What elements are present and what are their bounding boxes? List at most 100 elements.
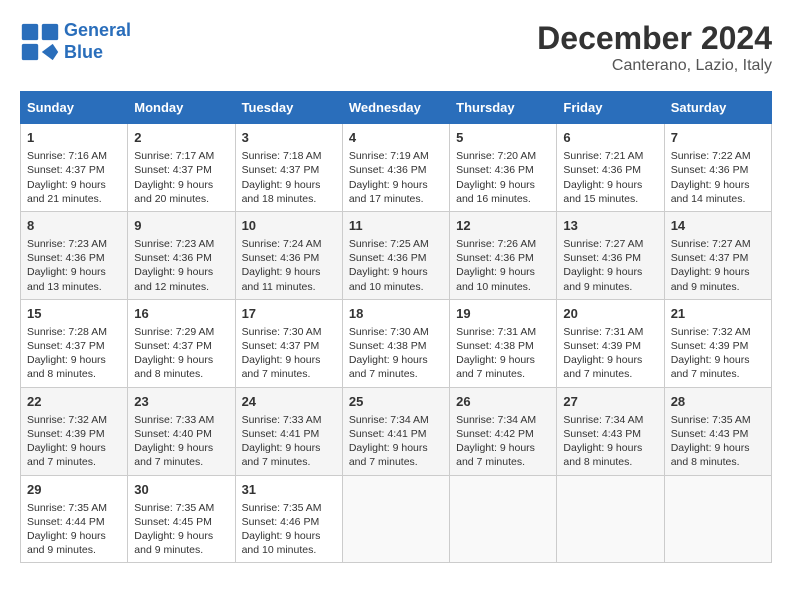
week-row-3: 15 Sunrise: 7:28 AM Sunset: 4:37 PM Dayl… — [21, 299, 772, 387]
calendar-cell: 14 Sunrise: 7:27 AM Sunset: 4:37 PM Dayl… — [664, 211, 771, 299]
day-number: 26 — [456, 393, 550, 411]
logo-line1: General — [64, 20, 131, 40]
calendar-cell: 9 Sunrise: 7:23 AM Sunset: 4:36 PM Dayli… — [128, 211, 235, 299]
day-info: Sunrise: 7:24 AM Sunset: 4:36 PM Dayligh… — [242, 237, 336, 294]
day-info: Sunrise: 7:20 AM Sunset: 4:36 PM Dayligh… — [456, 149, 550, 206]
day-info: Sunrise: 7:16 AM Sunset: 4:37 PM Dayligh… — [27, 149, 121, 206]
day-number: 28 — [671, 393, 765, 411]
day-info: Sunrise: 7:34 AM Sunset: 4:43 PM Dayligh… — [563, 413, 657, 470]
calendar-cell: 20 Sunrise: 7:31 AM Sunset: 4:39 PM Dayl… — [557, 299, 664, 387]
calendar-cell: 11 Sunrise: 7:25 AM Sunset: 4:36 PM Dayl… — [342, 211, 449, 299]
col-monday: Monday — [128, 92, 235, 124]
day-number: 19 — [456, 305, 550, 323]
calendar-cell: 31 Sunrise: 7:35 AM Sunset: 4:46 PM Dayl… — [235, 475, 342, 563]
day-number: 6 — [563, 129, 657, 147]
calendar-cell: 6 Sunrise: 7:21 AM Sunset: 4:36 PM Dayli… — [557, 124, 664, 212]
day-info: Sunrise: 7:27 AM Sunset: 4:37 PM Dayligh… — [671, 237, 765, 294]
logo-line2: Blue — [64, 42, 103, 62]
day-number: 13 — [563, 217, 657, 235]
day-info: Sunrise: 7:32 AM Sunset: 4:39 PM Dayligh… — [671, 325, 765, 382]
day-number: 23 — [134, 393, 228, 411]
calendar-cell: 4 Sunrise: 7:19 AM Sunset: 4:36 PM Dayli… — [342, 124, 449, 212]
col-wednesday: Wednesday — [342, 92, 449, 124]
day-info: Sunrise: 7:29 AM Sunset: 4:37 PM Dayligh… — [134, 325, 228, 382]
day-number: 4 — [349, 129, 443, 147]
day-info: Sunrise: 7:31 AM Sunset: 4:38 PM Dayligh… — [456, 325, 550, 382]
calendar-cell: 24 Sunrise: 7:33 AM Sunset: 4:41 PM Dayl… — [235, 387, 342, 475]
day-info: Sunrise: 7:23 AM Sunset: 4:36 PM Dayligh… — [27, 237, 121, 294]
day-info: Sunrise: 7:19 AM Sunset: 4:36 PM Dayligh… — [349, 149, 443, 206]
day-info: Sunrise: 7:33 AM Sunset: 4:40 PM Dayligh… — [134, 413, 228, 470]
day-number: 31 — [242, 481, 336, 499]
day-number: 3 — [242, 129, 336, 147]
day-info: Sunrise: 7:32 AM Sunset: 4:39 PM Dayligh… — [27, 413, 121, 470]
day-info: Sunrise: 7:34 AM Sunset: 4:41 PM Dayligh… — [349, 413, 443, 470]
calendar-cell: 17 Sunrise: 7:30 AM Sunset: 4:37 PM Dayl… — [235, 299, 342, 387]
day-info: Sunrise: 7:35 AM Sunset: 4:46 PM Dayligh… — [242, 501, 336, 558]
day-info: Sunrise: 7:35 AM Sunset: 4:43 PM Dayligh… — [671, 413, 765, 470]
calendar-cell: 19 Sunrise: 7:31 AM Sunset: 4:38 PM Dayl… — [450, 299, 557, 387]
week-row-1: 1 Sunrise: 7:16 AM Sunset: 4:37 PM Dayli… — [21, 124, 772, 212]
week-row-4: 22 Sunrise: 7:32 AM Sunset: 4:39 PM Dayl… — [21, 387, 772, 475]
day-info: Sunrise: 7:27 AM Sunset: 4:36 PM Dayligh… — [563, 237, 657, 294]
day-number: 18 — [349, 305, 443, 323]
day-number: 20 — [563, 305, 657, 323]
day-number: 24 — [242, 393, 336, 411]
day-number: 11 — [349, 217, 443, 235]
day-number: 14 — [671, 217, 765, 235]
calendar-cell: 15 Sunrise: 7:28 AM Sunset: 4:37 PM Dayl… — [21, 299, 128, 387]
calendar-cell: 5 Sunrise: 7:20 AM Sunset: 4:36 PM Dayli… — [450, 124, 557, 212]
day-number: 12 — [456, 217, 550, 235]
day-number: 16 — [134, 305, 228, 323]
calendar-cell: 28 Sunrise: 7:35 AM Sunset: 4:43 PM Dayl… — [664, 387, 771, 475]
day-info: Sunrise: 7:34 AM Sunset: 4:42 PM Dayligh… — [456, 413, 550, 470]
day-info: Sunrise: 7:30 AM Sunset: 4:38 PM Dayligh… — [349, 325, 443, 382]
calendar-cell — [342, 475, 449, 563]
col-sunday: Sunday — [21, 92, 128, 124]
calendar-cell: 18 Sunrise: 7:30 AM Sunset: 4:38 PM Dayl… — [342, 299, 449, 387]
calendar-header-row: Sunday Monday Tuesday Wednesday Thursday… — [21, 92, 772, 124]
day-info: Sunrise: 7:31 AM Sunset: 4:39 PM Dayligh… — [563, 325, 657, 382]
day-info: Sunrise: 7:28 AM Sunset: 4:37 PM Dayligh… — [27, 325, 121, 382]
col-thursday: Thursday — [450, 92, 557, 124]
week-row-2: 8 Sunrise: 7:23 AM Sunset: 4:36 PM Dayli… — [21, 211, 772, 299]
day-info: Sunrise: 7:26 AM Sunset: 4:36 PM Dayligh… — [456, 237, 550, 294]
day-number: 29 — [27, 481, 121, 499]
logo: General Blue — [20, 20, 131, 63]
day-info: Sunrise: 7:23 AM Sunset: 4:36 PM Dayligh… — [134, 237, 228, 294]
day-number: 2 — [134, 129, 228, 147]
calendar-cell: 8 Sunrise: 7:23 AM Sunset: 4:36 PM Dayli… — [21, 211, 128, 299]
day-number: 22 — [27, 393, 121, 411]
calendar-cell: 12 Sunrise: 7:26 AM Sunset: 4:36 PM Dayl… — [450, 211, 557, 299]
calendar-cell: 13 Sunrise: 7:27 AM Sunset: 4:36 PM Dayl… — [557, 211, 664, 299]
day-info: Sunrise: 7:35 AM Sunset: 4:45 PM Dayligh… — [134, 501, 228, 558]
week-row-5: 29 Sunrise: 7:35 AM Sunset: 4:44 PM Dayl… — [21, 475, 772, 563]
calendar-cell: 22 Sunrise: 7:32 AM Sunset: 4:39 PM Dayl… — [21, 387, 128, 475]
calendar-table: Sunday Monday Tuesday Wednesday Thursday… — [20, 91, 772, 563]
col-saturday: Saturday — [664, 92, 771, 124]
day-info: Sunrise: 7:33 AM Sunset: 4:41 PM Dayligh… — [242, 413, 336, 470]
calendar-cell — [664, 475, 771, 563]
calendar-cell: 26 Sunrise: 7:34 AM Sunset: 4:42 PM Dayl… — [450, 387, 557, 475]
day-number: 30 — [134, 481, 228, 499]
day-info: Sunrise: 7:30 AM Sunset: 4:37 PM Dayligh… — [242, 325, 336, 382]
calendar-cell — [450, 475, 557, 563]
day-number: 1 — [27, 129, 121, 147]
location: Canterano, Lazio, Italy — [537, 57, 772, 75]
day-number: 15 — [27, 305, 121, 323]
col-tuesday: Tuesday — [235, 92, 342, 124]
calendar-cell: 10 Sunrise: 7:24 AM Sunset: 4:36 PM Dayl… — [235, 211, 342, 299]
page-header: General Blue December 2024 Canterano, La… — [20, 20, 772, 75]
logo-text: General Blue — [64, 20, 131, 63]
day-number: 5 — [456, 129, 550, 147]
day-number: 10 — [242, 217, 336, 235]
day-info: Sunrise: 7:35 AM Sunset: 4:44 PM Dayligh… — [27, 501, 121, 558]
calendar-cell: 7 Sunrise: 7:22 AM Sunset: 4:36 PM Dayli… — [664, 124, 771, 212]
day-number: 17 — [242, 305, 336, 323]
col-friday: Friday — [557, 92, 664, 124]
title-block: December 2024 Canterano, Lazio, Italy — [537, 20, 772, 75]
calendar-cell: 29 Sunrise: 7:35 AM Sunset: 4:44 PM Dayl… — [21, 475, 128, 563]
calendar-cell: 30 Sunrise: 7:35 AM Sunset: 4:45 PM Dayl… — [128, 475, 235, 563]
day-info: Sunrise: 7:25 AM Sunset: 4:36 PM Dayligh… — [349, 237, 443, 294]
month-year: December 2024 — [537, 20, 772, 57]
